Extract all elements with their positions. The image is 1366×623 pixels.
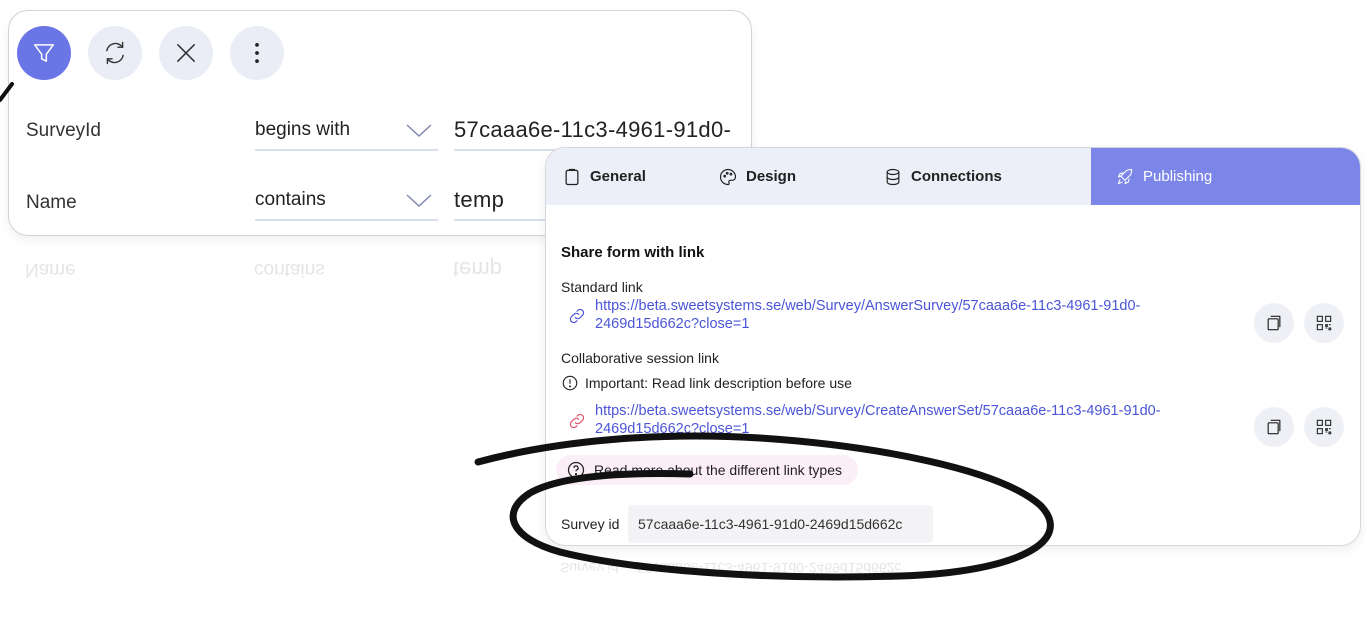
- more-vertical-icon: [255, 42, 259, 64]
- filter-field-label: SurveyId: [26, 120, 101, 141]
- tab-label: Design: [746, 168, 797, 185]
- reflection-text: 57caaa6e-11c3-4961-91d0-2469d15d662c: [637, 560, 902, 576]
- link-icon: [569, 413, 585, 429]
- filter-operator-value: contains: [255, 189, 326, 210]
- tab-label: Connections: [911, 168, 1002, 185]
- copy-collab-link-button[interactable]: [1254, 407, 1294, 447]
- copy-icon: [1267, 419, 1281, 435]
- refresh-icon: [106, 41, 124, 65]
- chevron-down-icon: [406, 194, 432, 207]
- copy-standard-link-button[interactable]: [1254, 303, 1294, 343]
- qr-code-icon: [1316, 315, 1332, 331]
- copy-icon: [1267, 315, 1281, 331]
- filter-operator-value: begins with: [255, 119, 351, 140]
- tab-label: Publishing: [1143, 168, 1213, 185]
- survey-id-label: Survey id: [561, 516, 620, 532]
- help-circle-icon: [567, 461, 585, 479]
- close-icon: [177, 44, 195, 62]
- more-button[interactable]: [230, 26, 284, 80]
- filter-icon: [33, 44, 55, 62]
- qr-code-icon: [1316, 419, 1332, 435]
- reflection-text: Name: [25, 259, 76, 280]
- collab-link-label: Collaborative session link: [561, 350, 719, 366]
- tab-connections[interactable]: Connections: [875, 148, 1091, 205]
- rocket-icon: [1117, 168, 1133, 184]
- standard-link-text: 2469d15d662c?close=1: [595, 316, 750, 332]
- qr-collab-link-button[interactable]: [1304, 407, 1344, 447]
- tab-design[interactable]: Design: [692, 148, 875, 205]
- reflection-text: contains: [254, 259, 325, 280]
- clear-button[interactable]: [159, 26, 213, 80]
- filter-button[interactable]: [17, 26, 71, 80]
- palette-icon: [719, 168, 737, 185]
- reflection-text: temp: [453, 257, 502, 282]
- alert-circle-icon: [562, 375, 578, 391]
- link-icon: [569, 308, 585, 324]
- filter-operator-select[interactable]: contains: [255, 185, 438, 221]
- tab-bar: General Design Connections Publishing: [546, 148, 1360, 205]
- share-title: Share form with link: [561, 244, 705, 261]
- filter-value-input[interactable]: 57caaa6e-11c3-4961-91d0-: [454, 115, 751, 151]
- refresh-button[interactable]: [88, 26, 142, 80]
- read-more-text: Read more about the different link types: [594, 462, 843, 478]
- standard-link-text: https://beta.sweetsystems.se/web/Survey/…: [595, 298, 1141, 314]
- reflection-text: Survey id: [560, 560, 619, 576]
- standard-link-label: Standard link: [561, 279, 643, 295]
- collab-link-text: https://beta.sweetsystems.se/web/Survey/…: [595, 403, 1161, 419]
- collab-link-text: 2469d15d662c?close=1: [595, 421, 750, 437]
- database-icon: [886, 168, 900, 185]
- tab-general[interactable]: General: [546, 148, 692, 205]
- clipboard-icon: [565, 168, 579, 185]
- survey-id-field[interactable]: 57caaa6e-11c3-4961-91d0-2469d15d662c: [628, 505, 933, 543]
- read-more-link[interactable]: Read more about the different link types: [556, 455, 859, 485]
- publishing-card: General Design Connections Publishing Sh…: [545, 147, 1361, 546]
- collab-link[interactable]: https://beta.sweetsystems.se/web/Survey/…: [595, 402, 1235, 438]
- tab-publishing[interactable]: Publishing: [1091, 148, 1360, 205]
- important-note: Important: Read link description before …: [585, 375, 852, 391]
- filter-field-label: Name: [26, 192, 77, 213]
- filter-operator-select[interactable]: begins with: [255, 115, 438, 151]
- tab-label: General: [590, 168, 646, 185]
- qr-standard-link-button[interactable]: [1304, 303, 1344, 343]
- chevron-down-icon: [406, 124, 432, 137]
- standard-link[interactable]: https://beta.sweetsystems.se/web/Survey/…: [595, 297, 1235, 333]
